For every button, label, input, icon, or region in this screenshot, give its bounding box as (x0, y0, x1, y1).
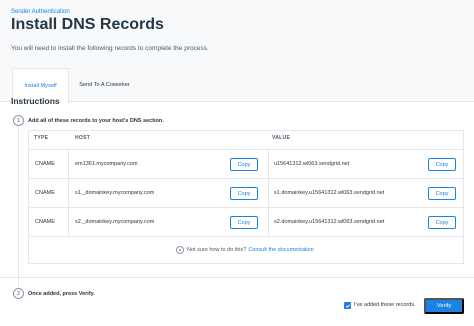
help-text: Not sure how to do this? (187, 247, 247, 253)
column-divider (68, 208, 69, 237)
column-header-type: TYPE (34, 135, 49, 141)
lifebuoy-icon (176, 246, 184, 254)
breadcrumb[interactable]: Sender Authentication (11, 9, 70, 15)
step-1-text: Add all of these records to your host's … (28, 118, 164, 124)
copy-value-button[interactable]: Copy (428, 187, 456, 200)
record-type: CNAME (35, 190, 55, 196)
copy-value-button[interactable]: Copy (428, 216, 456, 229)
tab-send-to-coworker[interactable]: Send To A Coworker (72, 68, 137, 102)
copy-host-button[interactable]: Copy (230, 187, 258, 200)
page-title: Install DNS Records (11, 16, 164, 33)
instructions-title: Instructions (11, 96, 60, 106)
records-added-checkbox[interactable] (344, 302, 351, 309)
column-divider (68, 150, 69, 179)
copy-host-button[interactable]: Copy (230, 158, 258, 171)
column-divider (68, 179, 69, 208)
record-host: em1361.mycompany.com (75, 161, 138, 167)
column-divider (268, 179, 269, 208)
table-row: CNAME em1361.mycompany.com Copy u1564131… (28, 150, 464, 179)
checkmark-icon (345, 303, 350, 308)
column-header-value: VALUE (272, 135, 291, 141)
step-2-number: 2 (13, 288, 24, 299)
step-2-text: Once added, press Verify. (28, 291, 95, 297)
column-header-host: HOST (75, 135, 91, 141)
record-host: s2._domainkey.mycompany.com (75, 219, 155, 225)
table-row: CNAME s2._domainkey.mycompany.com Copy s… (28, 208, 464, 237)
table-row: CNAME s1._domainkey.mycompany.com Copy s… (28, 179, 464, 208)
record-value: s2.domainkey.u15641312.wl063.sendgrid.ne… (274, 219, 385, 225)
step-1-number: 1 (13, 115, 24, 126)
copy-value-button[interactable]: Copy (428, 158, 456, 171)
section-divider (0, 277, 474, 278)
help-line: Not sure how to do this? Consult the doc… (176, 246, 314, 254)
column-divider (268, 150, 269, 179)
record-type: CNAME (35, 219, 55, 225)
steps-rail (18, 127, 19, 287)
copy-host-button[interactable]: Copy (230, 216, 258, 229)
documentation-link[interactable]: Consult the documentation (248, 247, 313, 253)
record-value: s1.domainkey.u15641312.wl063.sendgrid.ne… (274, 190, 385, 196)
checkbox-label[interactable]: I've added these records. (354, 302, 416, 308)
column-divider (268, 208, 269, 237)
record-value: u15641312.wl063.sendgrid.net (274, 161, 350, 167)
verify-button[interactable]: Verify (424, 298, 464, 314)
intro-text: You will need to install the following r… (11, 45, 209, 52)
record-type: CNAME (35, 161, 55, 167)
record-host: s1._domainkey.mycompany.com (75, 190, 155, 196)
